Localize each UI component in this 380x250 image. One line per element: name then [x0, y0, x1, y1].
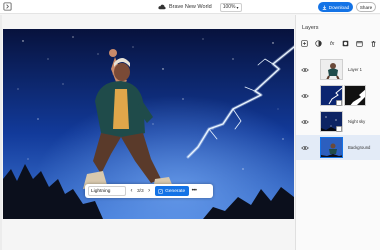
- layer-row-lightning[interactable]: [296, 83, 380, 108]
- adjustment-icon[interactable]: [314, 39, 323, 48]
- delete-icon[interactable]: [369, 39, 378, 48]
- group-icon[interactable]: [355, 39, 364, 48]
- layer-row-background[interactable]: Background: [296, 135, 380, 160]
- document-title[interactable]: Brave New World: [169, 4, 212, 10]
- generate-label: Generate: [165, 188, 186, 194]
- zoom-value: 100%: [222, 4, 236, 10]
- visibility-eye-icon[interactable]: [301, 145, 309, 151]
- back-icon[interactable]: [3, 2, 12, 11]
- layer-mask-thumbnail: [344, 85, 366, 106]
- cloud-icon: [158, 4, 166, 10]
- chevron-down-icon: ▾: [236, 4, 239, 10]
- download-icon: [322, 5, 327, 10]
- layer-name: Background: [348, 145, 371, 150]
- generative-layer-badge: [336, 100, 342, 106]
- contextual-taskbar: Lightning ‹ 3/3 › Generate •••: [85, 184, 213, 198]
- layer-thumbnail: [320, 59, 343, 80]
- layer-name: Layer 1: [348, 67, 362, 72]
- prompt-input[interactable]: Lightning: [88, 186, 126, 196]
- generate-button[interactable]: Generate: [154, 186, 189, 196]
- generative-layer-badge: [336, 126, 342, 132]
- previous-variation-button[interactable]: ‹: [129, 188, 134, 194]
- top-bar: Brave New World 100% ▾ Download Share: [0, 0, 380, 14]
- zoom-select[interactable]: 100% ▾: [219, 2, 242, 12]
- layer-thumbnail: [320, 137, 343, 158]
- download-button[interactable]: Download: [318, 2, 353, 12]
- panel-title: Layers: [302, 25, 319, 31]
- layer-tools: fx: [300, 39, 378, 48]
- variation-count: 3/3: [137, 188, 144, 194]
- effects-icon[interactable]: fx: [328, 39, 337, 48]
- left-toolbar: [0, 15, 2, 250]
- share-button[interactable]: Share: [356, 2, 376, 12]
- visibility-eye-icon[interactable]: [301, 119, 309, 125]
- add-layer-icon[interactable]: [300, 39, 309, 48]
- next-variation-button[interactable]: ›: [147, 188, 152, 194]
- layer-row-night-sky[interactable]: Night sky: [296, 109, 380, 134]
- document-header: Brave New World 100% ▾: [158, 2, 242, 12]
- share-label: Share: [359, 4, 373, 10]
- visibility-eye-icon[interactable]: [301, 67, 309, 73]
- layer-row-layer-1[interactable]: Layer 1: [296, 57, 380, 82]
- more-options-button[interactable]: •••: [192, 188, 197, 194]
- download-label: Download: [328, 4, 350, 10]
- generate-icon: [158, 188, 163, 194]
- visibility-eye-icon[interactable]: [301, 93, 309, 99]
- layers-panel: Layers fx Layer 1 Night sky Background: [295, 15, 380, 250]
- mask-icon[interactable]: [341, 39, 350, 48]
- layer-name: Night sky: [348, 119, 366, 124]
